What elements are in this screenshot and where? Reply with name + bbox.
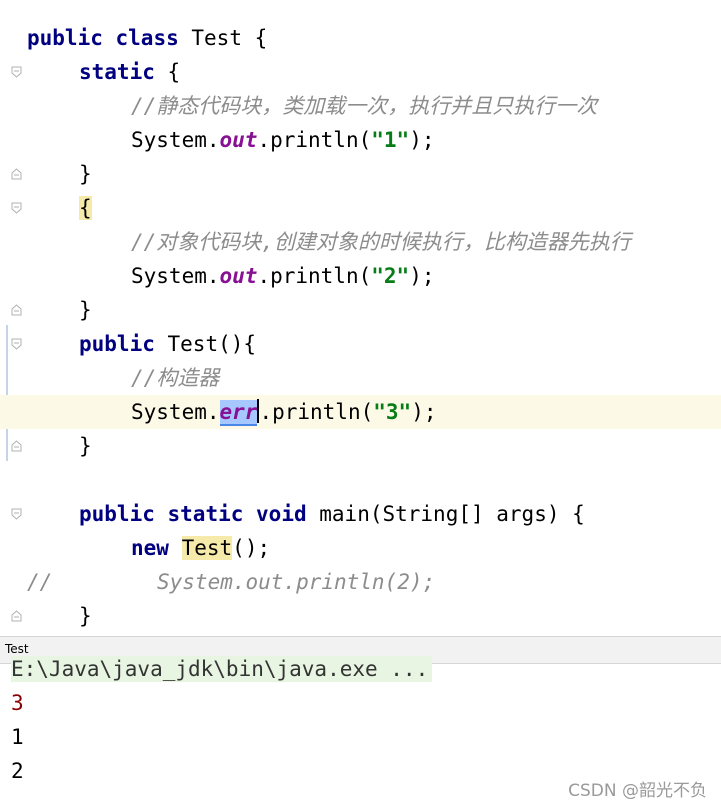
code-text: (); [232, 536, 271, 560]
class-name: Test [191, 26, 242, 50]
brace: { [167, 60, 181, 84]
code-text: .println( [257, 128, 372, 152]
comment: //静态代码块，类加载一次，执行并且只执行一次 [131, 94, 598, 118]
fold-open-icon[interactable] [11, 202, 22, 214]
keyword: static [79, 60, 155, 84]
fold-open-icon[interactable] [11, 66, 22, 78]
code-line[interactable]: } [0, 157, 721, 191]
code-editor[interactable]: public class Test { static { //静态代码块，类加载… [0, 0, 721, 636]
class-usage: Test [181, 536, 233, 560]
code-line[interactable]: static { [0, 55, 721, 89]
field-ref: out [219, 264, 258, 288]
code-line[interactable]: //对象代码块,创建对象的时候执行，比构造器先执行 [0, 225, 721, 259]
run-tab-test[interactable]: Test [5, 642, 29, 656]
code-line[interactable]: public static void main(String[] args) { [0, 497, 721, 531]
code-line[interactable]: } [0, 293, 721, 327]
code-text: main(String[] args) { [319, 502, 585, 526]
code-text: System. [131, 264, 220, 288]
code-text: ); [409, 264, 435, 288]
comment: System.out.println(2); [157, 570, 436, 594]
watermark: CSDN @韶光不负 [568, 781, 707, 801]
code-line[interactable]: } [0, 599, 721, 633]
brace: } [79, 162, 92, 186]
keyword: class [115, 26, 179, 50]
keyword: public [27, 26, 103, 50]
brace: { [254, 26, 268, 50]
brace: } [79, 604, 92, 628]
brace: } [79, 434, 92, 458]
console-output-stderr: 3 [11, 691, 24, 715]
fold-close-icon[interactable] [11, 168, 22, 180]
code-line[interactable]: public class Test { [0, 21, 721, 55]
fold-open-icon[interactable] [11, 338, 22, 350]
code-text: System. [131, 128, 220, 152]
code-text: ); [409, 128, 435, 152]
code-text: ); [411, 400, 437, 424]
code-line[interactable]: } [0, 429, 721, 463]
code-text: .println( [257, 264, 372, 288]
keyword: public [79, 332, 155, 356]
field-ref: out [219, 128, 258, 152]
console-command-line[interactable]: E:\Java\java_jdk\bin\java.exe ... [11, 656, 433, 682]
code-line[interactable]: { [0, 191, 721, 225]
keyword: void [256, 502, 307, 526]
brace: } [79, 298, 92, 322]
comment: //对象代码块,创建对象的时候执行，比构造器先执行 [131, 230, 631, 254]
string-literal: "1" [371, 128, 410, 152]
code-line[interactable]: // System.out.println(2); [0, 565, 721, 599]
current-code-line[interactable]: System.err.println("3"); [0, 395, 721, 429]
keyword: static [167, 502, 244, 526]
fold-close-icon[interactable] [11, 440, 22, 452]
fold-close-icon[interactable] [11, 304, 22, 316]
console-output-stdout: 1 [11, 725, 24, 749]
code-line[interactable]: System.out.println("1"); [0, 123, 721, 157]
keyword: public [79, 502, 155, 526]
code-text: .println( [259, 400, 374, 424]
code-text: Test(){ [167, 332, 257, 356]
code-line[interactable]: public Test(){ [0, 327, 721, 361]
code-line[interactable]: //静态代码块，类加载一次，执行并且只执行一次 [0, 89, 721, 123]
keyword: new [131, 536, 169, 560]
console-output-stdout: 2 [11, 759, 24, 783]
comment-prefix: // [27, 570, 53, 594]
fold-open-icon[interactable] [11, 508, 22, 520]
code-text: System. [131, 400, 220, 424]
string-literal: "3" [373, 400, 412, 424]
comment: //构造器 [131, 366, 220, 390]
string-literal: "2" [371, 264, 410, 288]
selected-field-ref[interactable]: err [219, 400, 258, 426]
code-line[interactable]: new Test(); [0, 531, 721, 565]
matched-brace: { [79, 196, 92, 220]
code-line[interactable]: //构造器 [0, 361, 721, 395]
code-line[interactable]: System.out.println("2"); [0, 259, 721, 293]
fold-close-icon[interactable] [11, 610, 22, 622]
